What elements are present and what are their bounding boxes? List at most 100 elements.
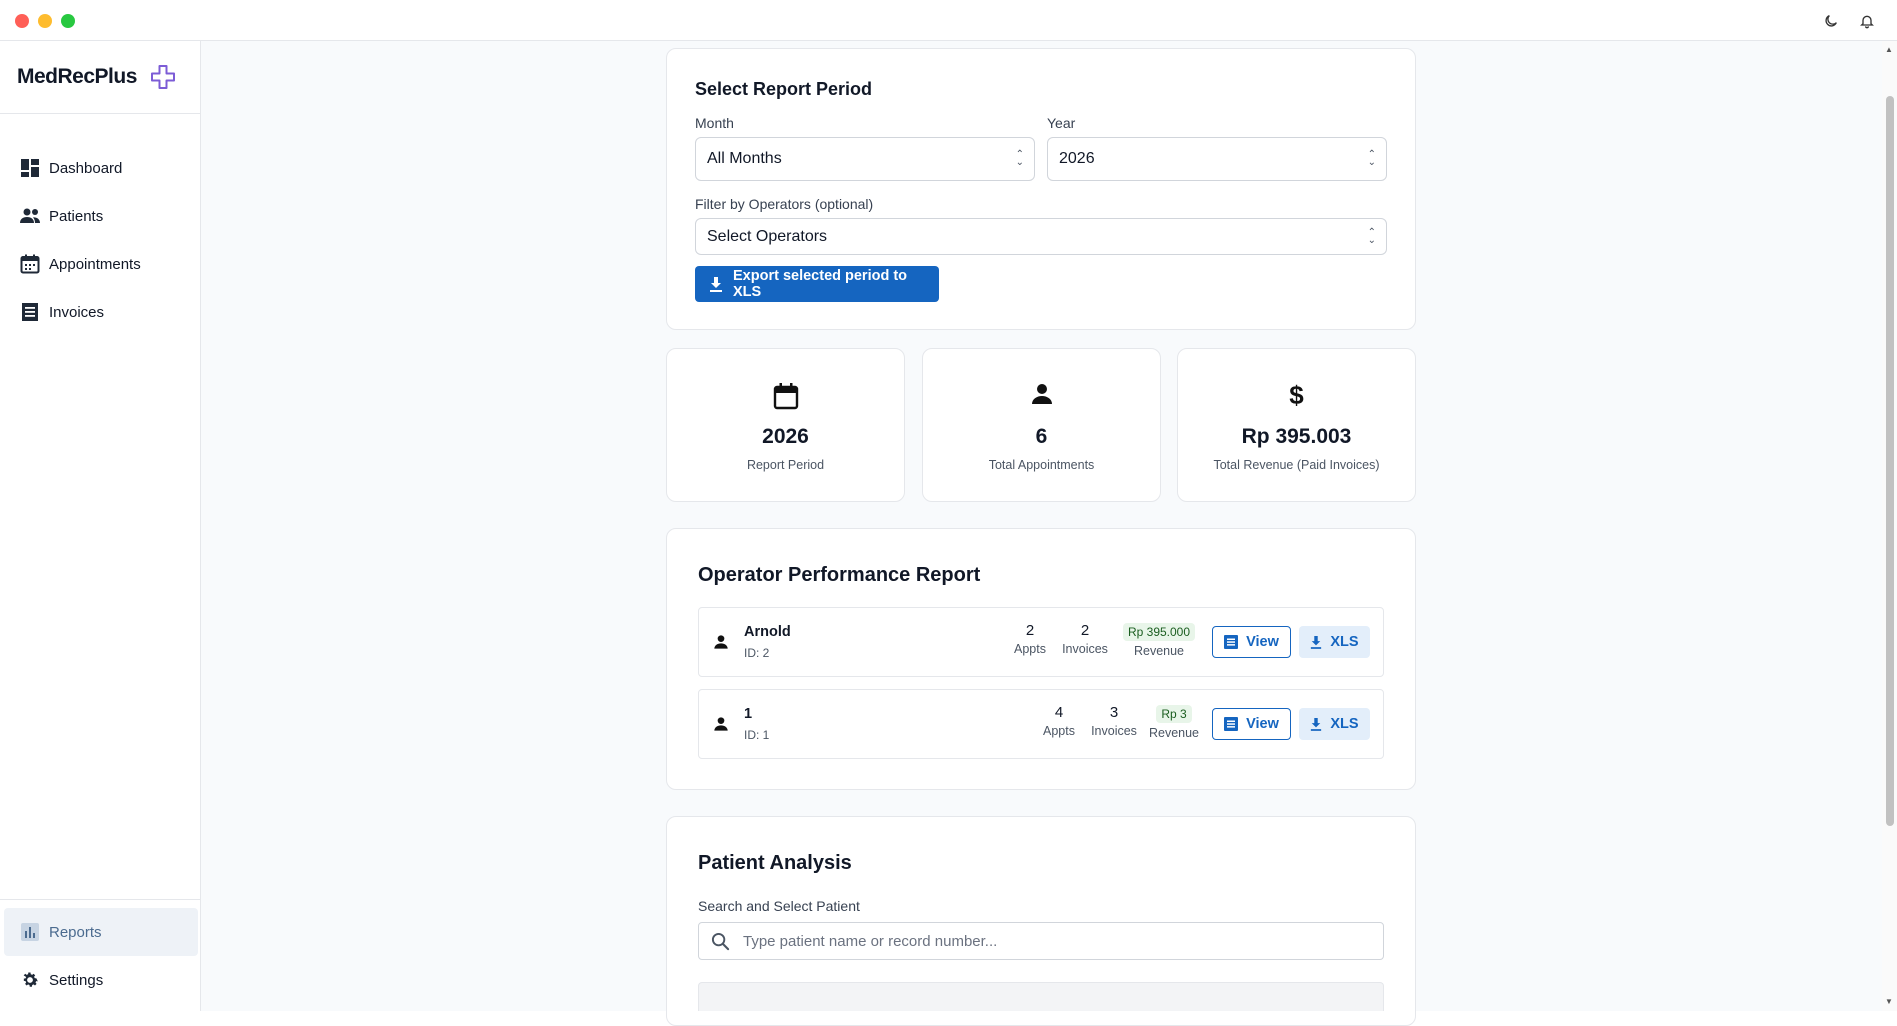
xls-label: XLS: [1330, 716, 1359, 732]
patient-results-area: [698, 982, 1384, 1011]
bar-chart-icon: [19, 921, 41, 943]
patient-search-input[interactable]: [741, 923, 1371, 959]
patient-search-field[interactable]: [698, 922, 1384, 960]
revenue-badge: Rp 395.000: [1122, 623, 1196, 641]
metric-caption: Invoices: [1062, 642, 1108, 656]
appointments-metric: 4 Appts: [1039, 704, 1079, 738]
stat-label: Total Appointments: [988, 458, 1095, 472]
invoices-metric: 3 Invoices: [1086, 704, 1142, 738]
sidebar-item-invoices[interactable]: Invoices: [0, 288, 200, 336]
view-label: View: [1246, 716, 1279, 732]
year-select[interactable]: 2026 ⌃ ⌄: [1047, 137, 1387, 181]
operator-name: Arnold: [744, 624, 791, 640]
metric-caption: Invoices: [1091, 724, 1137, 738]
month-select-value: All Months: [707, 150, 782, 167]
month-select[interactable]: All Months ⌃ ⌄: [695, 137, 1035, 181]
gear-icon: [19, 969, 41, 991]
revenue-metric: Rp 3 Revenue: [1146, 705, 1202, 740]
main-scrollbar[interactable]: ▲ ▼: [1882, 41, 1897, 1011]
stat-card-total-revenue: $ Rp 395.003 Total Revenue (Paid Invoice…: [1177, 348, 1416, 502]
sidebar-item-reports[interactable]: Reports: [4, 908, 198, 956]
metric-value: 3: [1109, 704, 1119, 721]
metric-caption: Revenue: [1148, 726, 1200, 740]
select-chevron-icon: ⌃ ⌄: [1015, 149, 1024, 168]
export-xls-button[interactable]: Export selected period to XLS: [695, 266, 939, 302]
sidebar-item-patients[interactable]: Patients: [0, 192, 200, 240]
sidebar-item-appointments[interactable]: Appointments: [0, 240, 200, 288]
scroll-down-arrow-icon[interactable]: ▼: [1885, 997, 1893, 1006]
metric-value: 2: [1025, 622, 1035, 639]
view-operator-button[interactable]: View: [1212, 626, 1291, 658]
export-operator-xls-button[interactable]: XLS: [1299, 708, 1370, 740]
stat-value: 2026: [762, 425, 809, 448]
metric-caption: Revenue: [1133, 644, 1185, 658]
sidebar-item-label: Patients: [49, 207, 104, 225]
sidebar-item-label: Appointments: [49, 255, 141, 273]
maximize-window-button[interactable]: [61, 14, 75, 28]
list-icon: [1224, 717, 1239, 731]
stat-card-total-appointments: 6 Total Appointments: [922, 348, 1161, 502]
sidebar-item-settings[interactable]: Settings: [0, 956, 200, 1004]
operator-performance-title: Operator Performance Report: [698, 564, 981, 586]
stat-label: Total Revenue (Paid Invoices): [1213, 458, 1380, 472]
metric-caption: Appts: [1014, 642, 1046, 656]
stat-label: Report Period: [746, 458, 825, 472]
stat-card-report-period: 2026 Report Period: [666, 348, 905, 502]
sidebar-item-dashboard[interactable]: Dashboard: [0, 144, 200, 192]
dashboard-icon: [19, 157, 41, 179]
revenue-metric: Rp 395.000 Revenue: [1117, 623, 1201, 658]
notification-bell-icon[interactable]: [1857, 11, 1877, 31]
year-label: Year: [1047, 115, 1076, 131]
export-operator-xls-button[interactable]: XLS: [1299, 626, 1370, 658]
patient-analysis-title: Patient Analysis: [698, 852, 852, 874]
view-operator-button[interactable]: View: [1212, 708, 1291, 740]
year-select-value: 2026: [1059, 150, 1095, 167]
select-chevron-icon: ⌃ ⌄: [1367, 149, 1376, 168]
metric-caption: Appts: [1043, 724, 1075, 738]
report-period-title: Select Report Period: [695, 79, 873, 99]
logo-row: MedRecPlus: [0, 41, 200, 114]
sidebar-item-label: Settings: [49, 971, 104, 989]
metric-value: 2: [1080, 622, 1090, 639]
person-icon: [923, 382, 1160, 406]
download-icon: [709, 276, 723, 292]
stat-value: 6: [1035, 425, 1048, 448]
operators-select-value: Select Operators: [707, 227, 828, 245]
invoices-metric: 2 Invoices: [1057, 622, 1113, 656]
operator-name: 1: [744, 706, 753, 722]
app-logo-text: MedRecPlus: [17, 65, 137, 88]
operators-select[interactable]: Select Operators ⌃ ⌄: [695, 218, 1387, 255]
download-icon: [1310, 717, 1322, 731]
stat-value: Rp 395.003: [1241, 425, 1352, 448]
dollar-icon: $: [1289, 380, 1304, 410]
person-icon: [713, 716, 729, 737]
scrollbar-thumb[interactable]: [1886, 96, 1894, 826]
operators-filter-label: Filter by Operators (optional): [695, 196, 874, 212]
metric-value: 4: [1054, 704, 1064, 721]
calendar-icon: [19, 253, 41, 275]
view-label: View: [1246, 634, 1279, 650]
operator-id: ID: 1: [744, 728, 770, 742]
month-label: Month: [695, 115, 734, 131]
select-chevron-icon: ⌃ ⌄: [1367, 226, 1376, 246]
people-icon: [19, 205, 41, 227]
close-window-button[interactable]: [15, 14, 29, 28]
patient-search-label: Search and Select Patient: [698, 898, 860, 914]
scroll-up-arrow-icon[interactable]: ▲: [1885, 45, 1893, 54]
download-icon: [1310, 635, 1322, 649]
sidebar-item-label: Reports: [49, 923, 102, 941]
appointments-metric: 2 Appts: [1010, 622, 1050, 656]
minimize-window-button[interactable]: [38, 14, 52, 28]
operator-id: ID: 2: [744, 646, 770, 660]
invoice-icon: [19, 301, 41, 323]
search-icon: [711, 932, 730, 951]
sidebar-divider: [0, 899, 200, 900]
xls-label: XLS: [1330, 634, 1359, 650]
sidebar: MedRecPlus Dashboard Patients Appointmen…: [0, 41, 201, 1011]
medical-cross-icon: [150, 64, 176, 95]
person-icon: [713, 634, 729, 655]
dark-mode-icon[interactable]: [1821, 11, 1841, 31]
list-icon: [1224, 635, 1239, 649]
export-xls-label: Export selected period to XLS: [733, 268, 908, 300]
window-titlebar: [0, 0, 1897, 41]
